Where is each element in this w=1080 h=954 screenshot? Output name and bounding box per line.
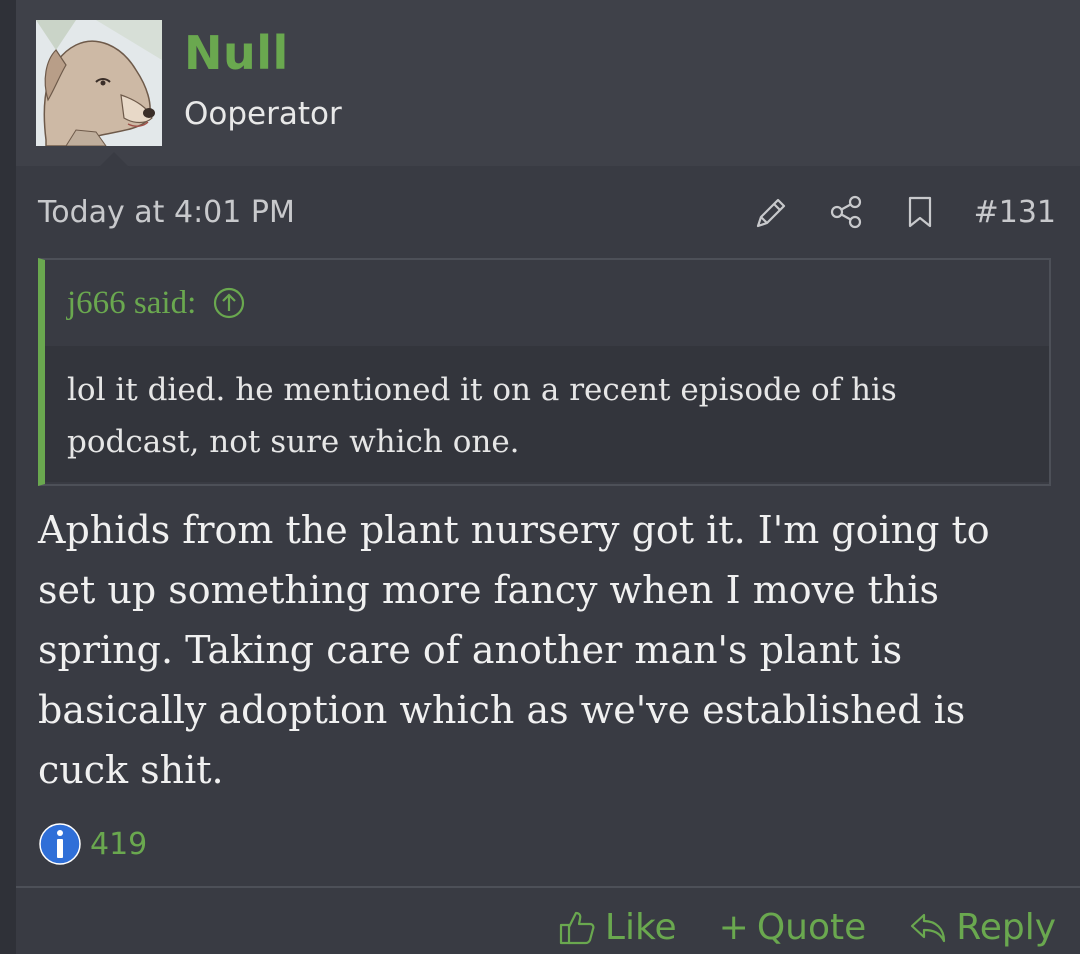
user-title: Ooperator bbox=[184, 96, 342, 132]
share-icon[interactable] bbox=[826, 192, 866, 232]
edit-icon[interactable] bbox=[752, 192, 792, 232]
quote-author[interactable]: j666 said: bbox=[67, 285, 196, 322]
forum-post: Null Ooperator Today at 4:01 PM #131 j66… bbox=[16, 0, 1080, 954]
post-number-link[interactable]: #131 bbox=[974, 195, 1056, 230]
avatar[interactable] bbox=[36, 20, 162, 146]
like-button[interactable]: Like bbox=[557, 907, 677, 948]
footer-divider bbox=[16, 886, 1080, 888]
quote-block: j666 said: lol it died. he mentioned it … bbox=[38, 258, 1051, 486]
plus-icon: + bbox=[718, 906, 749, 948]
reply-icon bbox=[911, 913, 946, 943]
reply-button[interactable]: Reply bbox=[908, 907, 1056, 948]
post-actions: Like + Quote Reply bbox=[557, 900, 1056, 954]
thumbs-up-icon bbox=[559, 911, 595, 945]
post-tools: #131 bbox=[752, 190, 1056, 234]
reactions-bar: 419 bbox=[38, 822, 147, 866]
reply-label: Reply bbox=[956, 906, 1056, 948]
post-message: Aphids from the plant nursery got it. I'… bbox=[38, 508, 990, 792]
header-notch bbox=[98, 152, 130, 168]
post-date[interactable]: Today at 4:01 PM bbox=[38, 195, 295, 230]
quote-text: lol it died. he mentioned it on a recent… bbox=[45, 346, 1049, 482]
reaction-count[interactable]: 419 bbox=[90, 827, 147, 862]
quote-header: j666 said: bbox=[45, 260, 1049, 346]
jump-to-quote-icon[interactable] bbox=[212, 286, 246, 320]
bookmark-icon[interactable] bbox=[900, 192, 940, 232]
user-header: Null Ooperator bbox=[16, 0, 1080, 168]
like-label: Like bbox=[604, 906, 677, 948]
dog-avatar-image bbox=[36, 20, 162, 146]
informative-icon[interactable] bbox=[38, 822, 82, 866]
quote-button[interactable]: + Quote bbox=[719, 907, 867, 948]
username[interactable]: Null bbox=[184, 26, 289, 80]
quote-label: Quote bbox=[756, 906, 867, 948]
